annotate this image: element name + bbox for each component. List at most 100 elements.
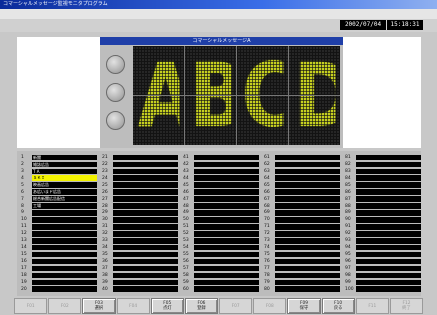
list-item[interactable]: 88 <box>343 203 423 210</box>
list-item[interactable]: 65 <box>262 182 342 189</box>
list-item[interactable]: 99 <box>343 279 423 286</box>
list-item[interactable]: 37 <box>100 265 180 272</box>
list-item[interactable]: 32 <box>100 230 180 237</box>
function-key-f01-button[interactable]: F01 <box>14 298 48 314</box>
list-item[interactable]: 77 <box>262 265 342 272</box>
list-item[interactable]: 1 新聞 <box>19 154 99 161</box>
list-item[interactable]: 31 <box>100 223 180 230</box>
list-item[interactable]: 20 <box>19 286 99 293</box>
function-key-f12-button[interactable]: F12 終了 <box>389 298 424 314</box>
list-item[interactable]: 86 <box>343 189 423 196</box>
function-key-f09-button[interactable]: F09 保守 <box>287 298 321 314</box>
list-item[interactable]: 79 <box>262 279 342 286</box>
list-item[interactable]: 48 <box>181 203 261 210</box>
list-item[interactable]: 14 <box>19 244 99 251</box>
list-item[interactable]: 59 <box>181 279 261 286</box>
list-item[interactable]: 34 <box>100 244 180 251</box>
list-item[interactable]: 87 <box>343 196 423 203</box>
list-item[interactable]: 39 <box>100 279 180 286</box>
list-item[interactable]: 57 <box>181 265 261 272</box>
list-item[interactable]: 5 映画広告 <box>19 182 99 189</box>
list-item[interactable]: 7 総合新聞広告配信 <box>19 196 99 203</box>
list-item[interactable]: 78 <box>262 272 342 279</box>
list-item[interactable]: 43 <box>181 168 261 175</box>
function-key-f10-button[interactable]: F10 戻る <box>321 298 355 314</box>
list-item[interactable]: 19 <box>19 279 99 286</box>
list-item[interactable]: 52 <box>181 230 261 237</box>
list-item[interactable]: 85 <box>343 182 423 189</box>
list-item[interactable]: 66 <box>262 189 342 196</box>
list-item[interactable]: 36 <box>100 258 180 265</box>
list-item[interactable]: 4 ＳＫＩ <box>19 175 99 182</box>
list-item[interactable]: 40 <box>100 286 180 293</box>
list-item[interactable]: 94 <box>343 244 423 251</box>
list-item[interactable]: 51 <box>181 223 261 230</box>
list-item[interactable]: 63 <box>262 168 342 175</box>
list-item[interactable]: 68 <box>262 203 342 210</box>
list-item[interactable]: 21 <box>100 154 180 161</box>
list-item[interactable]: 49 <box>181 210 261 217</box>
list-item[interactable]: 83 <box>343 168 423 175</box>
list-item[interactable]: 27 <box>100 196 180 203</box>
list-item[interactable]: 25 <box>100 182 180 189</box>
list-item[interactable]: 55 <box>181 251 261 258</box>
list-item[interactable]: 60 <box>181 286 261 293</box>
list-item[interactable]: 76 <box>262 258 342 265</box>
list-item[interactable]: 96 <box>343 258 423 265</box>
list-item[interactable]: 30 <box>100 216 180 223</box>
list-item[interactable]: 38 <box>100 272 180 279</box>
list-item[interactable]: 2 雑誌広告 <box>19 161 99 168</box>
list-item[interactable]: 80 <box>262 286 342 293</box>
list-item[interactable]: 56 <box>181 258 261 265</box>
list-item[interactable]: 10 <box>19 216 99 223</box>
list-item[interactable]: 69 <box>262 210 342 217</box>
list-item[interactable]: 47 <box>181 196 261 203</box>
list-item[interactable]: 67 <box>262 196 342 203</box>
list-item[interactable]: 35 <box>100 251 180 258</box>
list-item[interactable]: 95 <box>343 251 423 258</box>
list-item[interactable]: 97 <box>343 265 423 272</box>
function-key-f02-button[interactable]: F02 <box>48 298 82 314</box>
list-item[interactable]: 41 <box>181 154 261 161</box>
list-item[interactable]: 15 <box>19 251 99 258</box>
list-item[interactable]: 50 <box>181 216 261 223</box>
list-item[interactable]: 98 <box>343 272 423 279</box>
list-item[interactable]: 22 <box>100 161 180 168</box>
list-item[interactable]: 62 <box>262 161 342 168</box>
function-key-f03-button[interactable]: F03 選択 <box>82 298 116 314</box>
list-item[interactable]: 91 <box>343 223 423 230</box>
list-item[interactable]: 90 <box>343 216 423 223</box>
function-key-f11-button[interactable]: F11 <box>355 298 389 314</box>
list-item[interactable]: 92 <box>343 230 423 237</box>
list-item[interactable]: 6 あ広いまド広告 <box>19 189 99 196</box>
list-item[interactable]: 9 <box>19 210 99 217</box>
list-item[interactable]: 33 <box>100 237 180 244</box>
list-item[interactable]: 73 <box>262 237 342 244</box>
function-key-f05-button[interactable]: F05 点灯 <box>150 298 184 314</box>
list-item[interactable]: 11 <box>19 223 99 230</box>
list-item[interactable]: 61 <box>262 154 342 161</box>
function-key-f08-button[interactable]: F08 <box>253 298 287 314</box>
function-key-f07-button[interactable]: F07 <box>219 298 253 314</box>
list-item[interactable]: 45 <box>181 182 261 189</box>
function-key-f06-button[interactable]: F06 登録 <box>184 298 219 314</box>
list-item[interactable]: 42 <box>181 161 261 168</box>
list-item[interactable]: 23 <box>100 168 180 175</box>
list-item[interactable]: 24 <box>100 175 180 182</box>
list-item[interactable]: 8 工場 <box>19 203 99 210</box>
list-item[interactable]: 72 <box>262 230 342 237</box>
list-item[interactable]: 75 <box>262 251 342 258</box>
list-item[interactable]: 44 <box>181 175 261 182</box>
list-item[interactable]: 93 <box>343 237 423 244</box>
list-item[interactable]: 81 <box>343 154 423 161</box>
list-item[interactable]: 53 <box>181 237 261 244</box>
list-item[interactable]: 70 <box>262 216 342 223</box>
list-item[interactable]: 28 <box>100 203 180 210</box>
title-bar[interactable]: コマーシャルメッセージ監視モニタプログラム <box>0 0 437 9</box>
list-item[interactable]: 13 <box>19 237 99 244</box>
list-item[interactable]: 82 <box>343 161 423 168</box>
list-item[interactable]: 58 <box>181 272 261 279</box>
list-item[interactable]: 12 <box>19 230 99 237</box>
list-item[interactable]: 71 <box>262 223 342 230</box>
list-item[interactable]: 64 <box>262 175 342 182</box>
